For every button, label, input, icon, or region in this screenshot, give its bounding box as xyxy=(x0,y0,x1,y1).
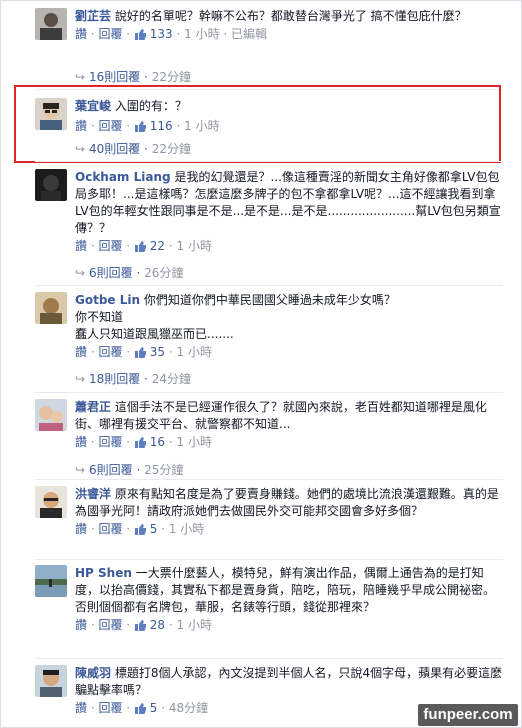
thumbs-up-icon xyxy=(134,346,147,363)
like-button[interactable]: 讚 xyxy=(75,618,87,632)
view-replies-link[interactable]: ↪ 6則回覆 · 26分鐘 xyxy=(75,264,183,281)
comment-time[interactable]: 1 小時 xyxy=(177,618,212,632)
comment-actions: 讚 · 回覆 · 133 · 1 小時 · 已編輯 xyxy=(75,26,505,45)
thumbs-up-icon xyxy=(134,702,147,719)
view-replies-link[interactable]: ↪ 16則回覆 · 22分鐘 xyxy=(75,68,191,85)
avatar[interactable] xyxy=(35,665,67,697)
thumbs-up-icon xyxy=(134,28,147,45)
reply-button[interactable]: 回覆 xyxy=(98,239,122,253)
like-button[interactable]: 讚 xyxy=(75,522,87,536)
avatar-image xyxy=(35,665,67,697)
reply-button[interactable]: 回覆 xyxy=(98,701,122,715)
comment-author[interactable]: Ockham Liang xyxy=(75,170,171,184)
view-replies-link[interactable]: ↪ 6則回覆 · 25分鐘 xyxy=(75,461,183,478)
divider xyxy=(35,479,503,480)
comment-author[interactable]: 陳威羽 xyxy=(75,666,111,680)
comment-text: 標題打8個人承認，內文沒提到半個人名，只說4個字母，蘋果有必要這麼騙點擊率嗎？ xyxy=(75,666,503,697)
reply-button[interactable]: 回覆 xyxy=(98,27,122,41)
comment-actions: 讚 · 回覆 · 35 · 1 小時 xyxy=(75,344,505,363)
comment-time[interactable]: 48分鐘 xyxy=(169,701,208,715)
reply-button[interactable]: 回覆 xyxy=(98,618,122,632)
like-count[interactable]: 22 xyxy=(150,239,165,253)
reply-arrow-icon: ↪ xyxy=(75,372,86,386)
edited-label[interactable]: 已編輯 xyxy=(231,27,267,41)
comment-text: 你們知道你們中華民國國父睡過未成年少女嗎？ xyxy=(143,293,396,307)
comment-text: 這個手法不是已經運作很久了？就國內來說，老百姓都知道哪裡是風化街、哪裡有援交平台… xyxy=(75,400,487,431)
reply-arrow-icon: ↪ xyxy=(75,266,86,280)
comment-text: 原來有點知名度是為了要賣身賺錢。她們的處境比流浪漢還艱難。真的是為國爭光阿！請政… xyxy=(75,487,499,518)
avatar-image xyxy=(35,486,67,518)
comment-time[interactable]: 1 小時 xyxy=(169,522,204,536)
avatar[interactable] xyxy=(35,565,67,597)
comment-time[interactable]: 1 小時 xyxy=(177,239,212,253)
like-button[interactable]: 讚 xyxy=(75,239,87,253)
comment-author[interactable]: HP Shen xyxy=(75,566,132,580)
reply-arrow-icon: ↪ xyxy=(75,70,86,84)
reply-button[interactable]: 回覆 xyxy=(98,435,122,449)
thumbs-up-icon xyxy=(134,523,147,540)
comment-author[interactable]: Gotbe Lin xyxy=(75,293,140,307)
divider xyxy=(35,161,503,162)
thumbs-up-icon xyxy=(134,619,147,636)
comment-text-line: 你不知道 xyxy=(75,310,124,324)
comment-text: 一大票什麼藝人，模特兒，鮮有演出作品，偶爾上通告為的是打知度，以抬高價錢，其實私… xyxy=(75,566,496,614)
comment-actions: 讚 · 回覆 · 5 · 1 小時 xyxy=(75,521,505,540)
avatar[interactable] xyxy=(35,169,67,201)
like-button[interactable]: 讚 xyxy=(75,435,87,449)
comment-time[interactable]: 1 小時 xyxy=(177,435,212,449)
watermark-logo: funpeer.com xyxy=(418,704,518,726)
like-count[interactable]: 35 xyxy=(150,345,165,359)
like-count[interactable]: 16 xyxy=(150,435,165,449)
comment-time[interactable]: 1 小時 xyxy=(184,27,219,41)
comment-author[interactable]: 劉芷芸 xyxy=(75,9,111,23)
avatar[interactable] xyxy=(35,486,67,518)
like-button[interactable]: 讚 xyxy=(75,27,87,41)
comment-author[interactable]: 洪睿洋 xyxy=(75,487,111,501)
avatar[interactable] xyxy=(35,8,67,40)
reply-button[interactable]: 回覆 xyxy=(98,345,122,359)
comment-time[interactable]: 1 小時 xyxy=(177,345,212,359)
comment-text-line: 蠢人只知道跟風獵巫而已....... xyxy=(75,327,234,341)
comment-actions: 讚 · 回覆 · 16 · 1 小時 xyxy=(75,434,505,453)
divider xyxy=(35,559,503,560)
thumbs-up-icon xyxy=(134,240,147,257)
avatar-image xyxy=(35,169,67,201)
avatar-image xyxy=(35,565,67,597)
like-button[interactable]: 讚 xyxy=(75,345,87,359)
divider xyxy=(35,285,503,286)
like-count[interactable]: 5 xyxy=(150,522,158,536)
like-button[interactable]: 讚 xyxy=(75,701,87,715)
like-count[interactable]: 28 xyxy=(150,618,165,632)
reply-arrow-icon: ↪ xyxy=(75,463,86,477)
comment-feed: 劉芷芸 說好的名單呢？幹嘛不公布？都敢替台灣爭光了 搞不懂包庇什麼？ 讚 · 回… xyxy=(0,0,522,728)
divider xyxy=(35,392,503,393)
like-count[interactable]: 5 xyxy=(150,701,158,715)
highlight-box xyxy=(14,85,501,163)
avatar-image xyxy=(35,8,67,40)
comment-actions: 讚 · 回覆 · 28 · 1 小時 xyxy=(75,617,505,636)
view-replies-link[interactable]: ↪ 18則回覆 · 24分鐘 xyxy=(75,370,191,387)
comment-actions: 讚 · 回覆 · 22 · 1 小時 xyxy=(75,238,505,257)
avatar[interactable] xyxy=(35,399,67,431)
comment-text: 說好的名單呢？幹嘛不公布？都敢替台灣爭光了 搞不懂包庇什麼？ xyxy=(114,9,467,23)
comment-author[interactable]: 蕭君正 xyxy=(75,400,111,414)
avatar-image xyxy=(35,292,67,324)
divider xyxy=(35,658,503,659)
avatar[interactable] xyxy=(35,292,67,324)
like-count[interactable]: 133 xyxy=(150,27,173,41)
reply-button[interactable]: 回覆 xyxy=(98,522,122,536)
thumbs-up-icon xyxy=(134,436,147,453)
avatar-image xyxy=(35,399,67,431)
